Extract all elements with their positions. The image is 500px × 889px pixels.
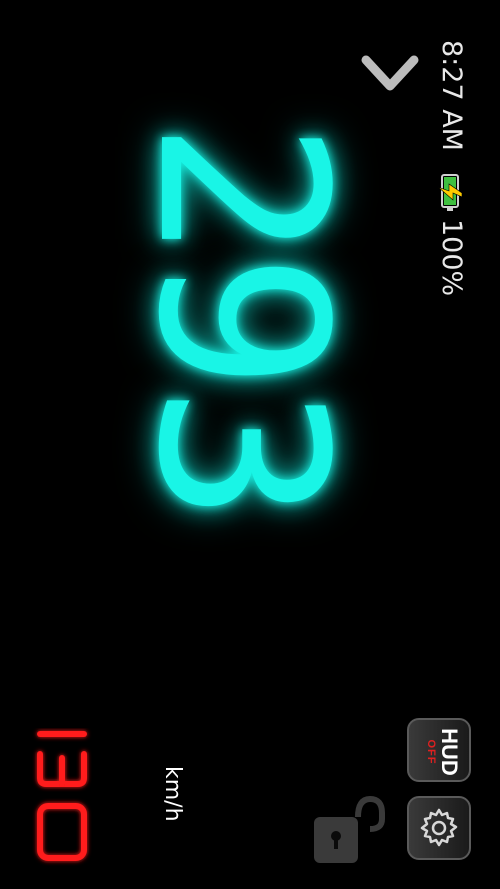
chevron-down-icon[interactable] xyxy=(360,52,420,96)
unlocked-padlock-icon[interactable] xyxy=(310,795,386,867)
hud-speedometer-screen: 8:27 AM 100% 293 km/h HUD OFF xyxy=(0,0,500,889)
speed-unit: km/h xyxy=(160,766,185,822)
hud-state: OFF xyxy=(425,739,437,765)
settings-button[interactable] xyxy=(407,796,471,860)
gear-icon xyxy=(420,808,458,847)
status-bar: 8:27 AM 100% xyxy=(434,40,470,340)
speed-value: 293 xyxy=(107,120,374,518)
battery-percent: 100% xyxy=(436,218,468,297)
status-clock: 8:27 AM xyxy=(436,40,468,151)
hud-toggle-button[interactable]: HUD OFF xyxy=(407,718,471,782)
hud-label: HUD xyxy=(437,728,462,776)
battery-charging-icon xyxy=(437,173,463,213)
speed-limit-indicator xyxy=(37,731,87,861)
